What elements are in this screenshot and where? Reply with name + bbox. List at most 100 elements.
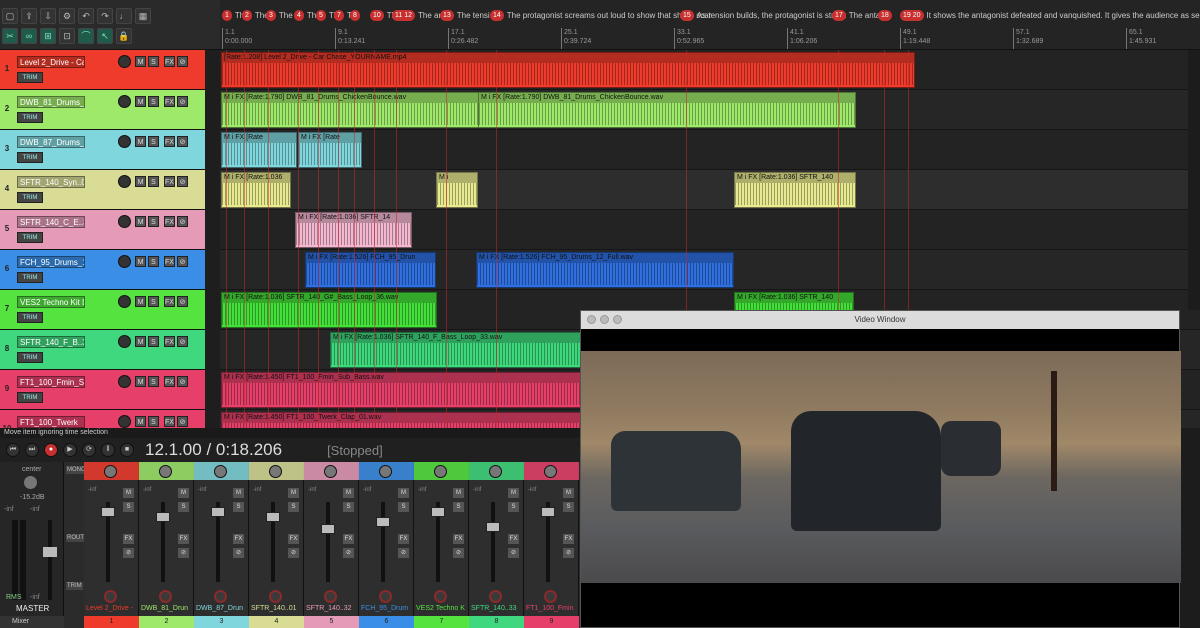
media-item[interactable]: M i FX [Rate:1.036] SFTR_140_G#_Bass_Loo…	[221, 292, 437, 328]
marker[interactable]: 17 The antag	[832, 8, 885, 22]
mute-button[interactable]: M	[563, 488, 574, 498]
record-arm-button[interactable]	[118, 175, 131, 188]
media-item[interactable]: M i	[436, 172, 478, 208]
media-item[interactable]: M i FX [Rate:1.450] FT1_100_Twerk_Clap_0…	[221, 412, 581, 428]
track-name[interactable]: SFTR_140_F_B..33	[17, 336, 85, 348]
group-icon[interactable]: ⊡	[59, 28, 75, 44]
track-header[interactable]: 9 FT1_100_Fmin_Sub M S FX ⊘ TRIM	[0, 370, 205, 410]
marker[interactable]: 3 The	[266, 8, 293, 22]
media-item[interactable]: [Rate:1.208] Level 2_Drive - Car Chase_Y…	[221, 52, 915, 88]
track-header[interactable]: 10 FT1_100_Twerk M S FX ⊘ TRIM	[0, 410, 205, 428]
record-arm-button[interactable]	[379, 590, 392, 603]
fx-button[interactable]: FX	[164, 336, 175, 347]
phase-button[interactable]: ⊘	[177, 336, 188, 347]
link-icon[interactable]: ∞	[21, 28, 37, 44]
media-item[interactable]: M i FX [Rate:1.526] FCH_95_Drums_12_Full…	[476, 252, 734, 288]
pan-knob[interactable]	[379, 465, 392, 478]
mute-button[interactable]: M	[135, 296, 146, 307]
fader-handle[interactable]	[541, 507, 555, 517]
time-ruler[interactable]: 1.1 0:00.000 9.1 0:13.241 17.1 0:26.482 25.1 0:…	[220, 28, 1200, 49]
solo-button[interactable]: S	[148, 56, 159, 67]
grid-icon[interactable]: ▦	[135, 8, 151, 24]
solo-button[interactable]: S	[233, 502, 244, 512]
record-arm-button[interactable]	[118, 375, 131, 388]
phase-button[interactable]: ⊘	[508, 548, 519, 558]
record-arm-button[interactable]	[118, 95, 131, 108]
phase-button[interactable]: ⊘	[177, 56, 188, 67]
go-to-start-button[interactable]: ⏮	[6, 443, 20, 457]
trim-button[interactable]: TRIM	[17, 192, 43, 203]
trim-button[interactable]: TRIM	[17, 312, 43, 323]
solo-button[interactable]: S	[453, 502, 464, 512]
mute-button[interactable]: M	[135, 336, 146, 347]
mute-button[interactable]: M	[178, 488, 189, 498]
fader-handle[interactable]	[156, 512, 170, 522]
phase-button[interactable]: ⊘	[398, 548, 409, 558]
record-arm-button[interactable]	[118, 135, 131, 148]
fx-button[interactable]: FX	[164, 56, 175, 67]
record-arm-button[interactable]	[104, 590, 117, 603]
track-header[interactable]: 5 SFTR_140_C_E..32 M S FX ⊘ TRIM	[0, 210, 205, 250]
phase-button[interactable]: ⊘	[177, 256, 188, 267]
mute-button[interactable]: M	[288, 488, 299, 498]
trim-button[interactable]: TRIM	[17, 232, 43, 243]
pan-knob[interactable]	[434, 465, 447, 478]
go-to-end-button[interactable]: ⏭	[25, 443, 39, 457]
fx-button[interactable]: FX	[123, 534, 134, 544]
solo-button[interactable]: S	[563, 502, 574, 512]
track-name[interactable]: SFTR_140_C_E..32	[17, 216, 85, 228]
fx-button[interactable]: FX	[164, 176, 175, 187]
media-item[interactable]: M i FX [Rate	[221, 132, 297, 168]
pan-knob[interactable]	[214, 465, 227, 478]
track-lane[interactable]	[220, 130, 1200, 170]
track-name[interactable]: FT1_100_Fmin_Sub	[17, 376, 85, 388]
record-arm-button[interactable]	[214, 590, 227, 603]
phase-button[interactable]: ⊘	[178, 548, 189, 558]
phase-button[interactable]: ⊘	[177, 416, 188, 427]
zoom-window-button[interactable]	[613, 315, 622, 324]
solo-button[interactable]: S	[148, 336, 159, 347]
phase-button[interactable]: ⊘	[343, 548, 354, 558]
marker[interactable]: 11 12 The ant	[392, 8, 445, 22]
fx-button[interactable]: FX	[164, 136, 175, 147]
solo-button[interactable]: S	[148, 416, 159, 427]
ripple-icon[interactable]: ✂	[2, 28, 18, 44]
pan-knob[interactable]	[269, 465, 282, 478]
vertical-scrollbar[interactable]	[1188, 50, 1200, 310]
repeat-button[interactable]: ⟳	[82, 443, 96, 457]
record-arm-button[interactable]	[118, 295, 131, 308]
solo-button[interactable]: S	[123, 502, 134, 512]
record-arm-button[interactable]	[118, 335, 131, 348]
phase-button[interactable]: ⊘	[177, 136, 188, 147]
track-header[interactable]: 2 DWB_81_Drums_C M S FX ⊘ TRIM	[0, 90, 205, 130]
record-arm-button[interactable]	[544, 590, 557, 603]
mute-button[interactable]: M	[135, 56, 146, 67]
media-item[interactable]: M i FX [Rate:1.450] FT1_100_Fmin_Sub_Bas…	[221, 372, 581, 408]
track-header[interactable]: 6 FCH_95_Drums_1 M S FX ⊘ TRIM	[0, 250, 205, 290]
trim-button[interactable]: TRIM	[17, 352, 43, 363]
envelope-icon[interactable]: ⌒	[78, 28, 94, 44]
fader-handle[interactable]	[486, 522, 500, 532]
pan-knob[interactable]	[324, 465, 337, 478]
mute-button[interactable]: M	[135, 256, 146, 267]
phase-button[interactable]: ⊘	[563, 548, 574, 558]
track-name[interactable]: FCH_95_Drums_1	[17, 256, 85, 268]
mute-button[interactable]: M	[135, 376, 146, 387]
pan-knob[interactable]	[104, 465, 117, 478]
solo-button[interactable]: S	[148, 256, 159, 267]
stop-button[interactable]: ■	[120, 443, 134, 457]
solo-button[interactable]: S	[508, 502, 519, 512]
pan-knob[interactable]	[544, 465, 557, 478]
fx-button[interactable]: FX	[343, 534, 354, 544]
track-name[interactable]: Level 2_Drive - Car	[17, 56, 85, 68]
media-item[interactable]: M i FX [Rate:1.790] DWB_81_Drums_Chicken…	[478, 92, 856, 128]
fx-button[interactable]: FX	[563, 534, 574, 544]
marker[interactable]: 13 The tensi	[440, 8, 490, 22]
record-button[interactable]: ●	[44, 443, 58, 457]
track-header[interactable]: 3 DWB_87_Drums_C M S FX ⊘ TRIM	[0, 130, 205, 170]
track-header[interactable]: 1 Level 2_Drive - Car M S FX ⊘ TRIM	[0, 50, 205, 90]
marker[interactable]: 18	[878, 8, 895, 22]
trim-button[interactable]: TRIM	[17, 272, 43, 283]
track-header[interactable]: 7 VES2 Techno Kit Dr M S FX ⊘ TRIM	[0, 290, 205, 330]
pause-button[interactable]: ‖	[101, 443, 115, 457]
